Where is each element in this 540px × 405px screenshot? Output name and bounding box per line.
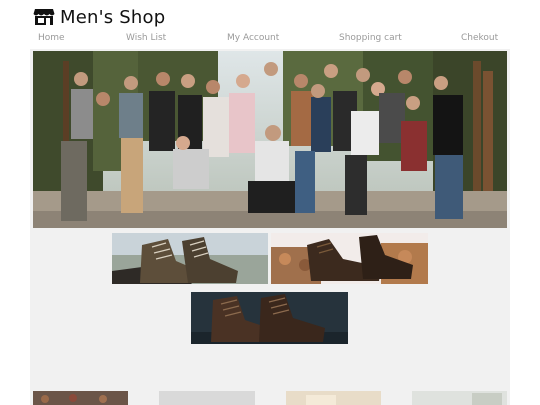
nav-home[interactable]: Home bbox=[38, 33, 65, 43]
site-title: Men's Shop bbox=[60, 6, 166, 28]
main-nav: Home Wish List My Account Shopping cart … bbox=[30, 33, 510, 47]
product-thumbnail-1[interactable] bbox=[33, 391, 128, 405]
site-header: Men's Shop Home Wish List My Account Sho… bbox=[30, 0, 510, 49]
nav-wish-list[interactable]: Wish List bbox=[126, 33, 166, 43]
boots-image-3[interactable] bbox=[191, 292, 348, 344]
page-container: Men's Shop Home Wish List My Account Sho… bbox=[30, 0, 510, 405]
nav-shopping-cart[interactable]: Shopping cart bbox=[339, 33, 402, 43]
store-icon bbox=[33, 9, 55, 25]
boots-image-2[interactable] bbox=[271, 233, 428, 284]
product-thumbnail-4[interactable] bbox=[412, 391, 507, 405]
brand[interactable]: Men's Shop bbox=[33, 6, 165, 28]
product-thumbnail-3[interactable] bbox=[286, 391, 381, 405]
hero-group-photo bbox=[33, 51, 507, 228]
boots-image-1[interactable] bbox=[112, 233, 268, 284]
product-thumbnail-2[interactable] bbox=[159, 391, 255, 405]
nav-checkout[interactable]: Chekout bbox=[461, 33, 498, 43]
nav-my-account[interactable]: My Account bbox=[227, 33, 279, 43]
